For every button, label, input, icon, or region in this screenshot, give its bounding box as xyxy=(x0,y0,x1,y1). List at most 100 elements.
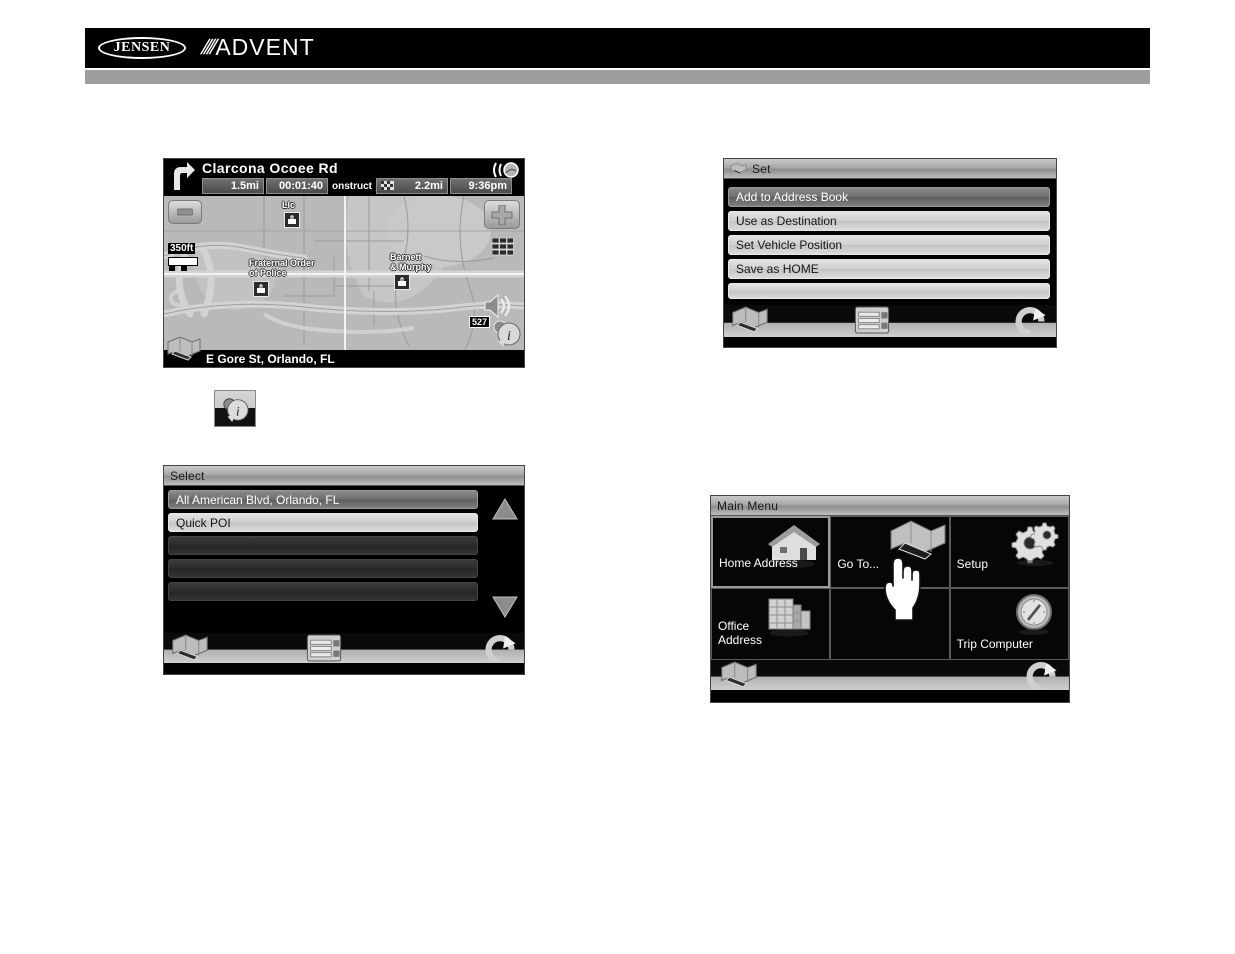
poi-label: Llc xyxy=(282,200,296,210)
zoom-in-button[interactable] xyxy=(484,200,520,229)
construction-notice: onstruct xyxy=(332,181,372,192)
menu-tile-home-address[interactable]: Home Address xyxy=(711,516,831,588)
list-button[interactable] xyxy=(854,306,890,339)
menu-tile-label: Trip Computer xyxy=(956,637,1033,651)
info-pin-icon: i xyxy=(493,320,521,347)
gears-icon-glyph xyxy=(1011,522,1059,566)
list-item[interactable]: Quick POI xyxy=(168,513,478,532)
remaining-time: 00:01:40 xyxy=(266,178,328,194)
turn-right-arrow-icon xyxy=(174,162,195,190)
svg-text:i: i xyxy=(236,403,240,418)
map-scale-bar xyxy=(168,257,198,271)
map-info-button[interactable]: i xyxy=(490,317,522,350)
back-button[interactable] xyxy=(1014,306,1046,339)
map-status-address: E Gore St, Orlando, FL xyxy=(164,350,524,367)
page-root: JENSEN ////ADVENT 350ft 527 i Llc Frater… xyxy=(0,0,1235,954)
map-button[interactable] xyxy=(719,661,759,694)
menu-tile-setup[interactable]: Setup xyxy=(949,516,1069,588)
traffic-distance-cell: 2.2mi xyxy=(376,178,448,194)
map-toolbar-map-button[interactable] xyxy=(166,336,202,367)
turn-direction-indicator xyxy=(167,161,197,196)
scroll-down-button[interactable] xyxy=(492,596,518,623)
scroll-up-button[interactable] xyxy=(492,498,518,525)
select-screen[interactable]: Select All American Blvd, Orlando, FL Qu… xyxy=(163,465,525,675)
svg-text:i: i xyxy=(507,329,511,344)
info-pin-callout-button[interactable]: i xyxy=(214,390,256,427)
set-list[interactable]: Add to Address Book Use as Destination S… xyxy=(724,179,1056,305)
clock: 9:36pm xyxy=(450,178,512,194)
map-book-icon xyxy=(172,634,208,661)
map-book-icon-glyph xyxy=(890,520,946,560)
office-building-icon xyxy=(763,593,815,644)
return-arrow-icon xyxy=(485,635,516,665)
map-top-bar: Clarcona Ocoee Rd 1.5mi 00:01:40 2.2mi 9… xyxy=(164,159,524,196)
poi-marker[interactable] xyxy=(253,281,269,297)
list-item[interactable]: Add to Address Book xyxy=(728,187,1050,207)
main-menu-titlebar: Main Menu xyxy=(711,496,1069,516)
satellite-signal-icon xyxy=(493,162,519,178)
list-item[interactable]: Use as Destination xyxy=(728,211,1050,231)
current-street-name: Clarcona Ocoee Rd xyxy=(202,160,338,176)
compass-gauge-icon xyxy=(1010,593,1058,642)
select-screen-toolbar xyxy=(164,633,524,665)
header-accent-bar xyxy=(85,70,1150,84)
list-menu-icon xyxy=(306,634,342,662)
map-book-icon xyxy=(721,661,757,688)
list-item[interactable]: Save as HOME xyxy=(728,259,1050,279)
traffic-flag-icon xyxy=(381,180,394,190)
compass-gauge-icon-glyph xyxy=(1016,594,1052,635)
menu-tile-label: Setup xyxy=(956,557,989,571)
map-screen[interactable]: 350ft 527 i Llc Fraternal Order of Polic… xyxy=(163,158,525,368)
back-button[interactable] xyxy=(1025,661,1057,694)
menu-tile-go-to[interactable]: Go To... xyxy=(830,516,950,588)
map-book-icon xyxy=(730,162,747,175)
menu-tile-label: Office Address xyxy=(718,619,763,647)
main-menu-title: Main Menu xyxy=(717,498,779,513)
back-button[interactable] xyxy=(484,634,516,667)
map-scale-label: 350ft xyxy=(168,243,196,254)
route-shield: 527 xyxy=(468,316,490,328)
main-menu-grid[interactable]: Home Address Go To... Setup Office Addre… xyxy=(711,516,1069,660)
set-screen[interactable]: Set Add to Address Book Use as Destinati… xyxy=(723,158,1057,348)
brand-logos: JENSEN ////ADVENT xyxy=(98,34,315,61)
list-item[interactable]: All American Blvd, Orlando, FL xyxy=(168,490,478,509)
zoom-out-button[interactable] xyxy=(168,200,202,224)
poi-marker[interactable] xyxy=(394,274,410,290)
select-screen-titlebar: Select xyxy=(164,466,524,486)
menu-tile-trip-computer[interactable]: Trip Computer xyxy=(949,588,1069,660)
poi-label: of Police xyxy=(249,268,287,278)
advent-wordmark: ADVENT xyxy=(215,34,315,60)
poi-label: Fraternal Order xyxy=(249,258,315,268)
map-canvas[interactable]: 350ft 527 i Llc Fraternal Order of Polic… xyxy=(164,196,524,350)
map-book-icon xyxy=(167,336,201,361)
map-book-icon-glyph xyxy=(730,162,747,174)
menu-tile-label: Home Address xyxy=(719,556,798,570)
scroll-up-arrow-icon xyxy=(492,498,518,520)
office-building-icon-glyph xyxy=(768,598,811,637)
map-grid-icon xyxy=(491,237,514,256)
list-item[interactable] xyxy=(168,559,478,578)
list-item[interactable] xyxy=(168,582,478,601)
list-item[interactable]: Set Vehicle Position xyxy=(728,235,1050,255)
map-book-icon xyxy=(887,519,947,568)
remaining-distance: 1.5mi xyxy=(202,178,264,194)
select-list[interactable]: All American Blvd, Orlando, FL Quick POI xyxy=(164,486,524,633)
return-arrow-icon xyxy=(1015,307,1046,337)
map-scale-indicator: 350ft xyxy=(168,238,198,271)
list-item[interactable] xyxy=(728,283,1050,299)
map-button[interactable] xyxy=(730,306,770,339)
scroll-down-arrow-icon xyxy=(492,596,518,618)
map-button[interactable] xyxy=(170,634,210,667)
main-menu-screen[interactable]: Main Menu Home Address Go To... Setup Of… xyxy=(710,495,1070,703)
poi-label: & Murphy xyxy=(390,262,432,272)
poi-marker[interactable] xyxy=(284,212,300,228)
map-view-button[interactable] xyxy=(491,237,514,261)
poi-label: Barnett xyxy=(390,252,422,262)
menu-tile-office-address[interactable]: Office Address xyxy=(711,588,831,660)
menu-tile-empty[interactable] xyxy=(830,588,950,660)
list-item[interactable] xyxy=(168,536,478,555)
poi-marker-icon xyxy=(288,215,296,224)
list-button[interactable] xyxy=(306,634,342,667)
set-screen-title: Set xyxy=(752,161,771,176)
scale-bar-ticks xyxy=(169,266,187,271)
